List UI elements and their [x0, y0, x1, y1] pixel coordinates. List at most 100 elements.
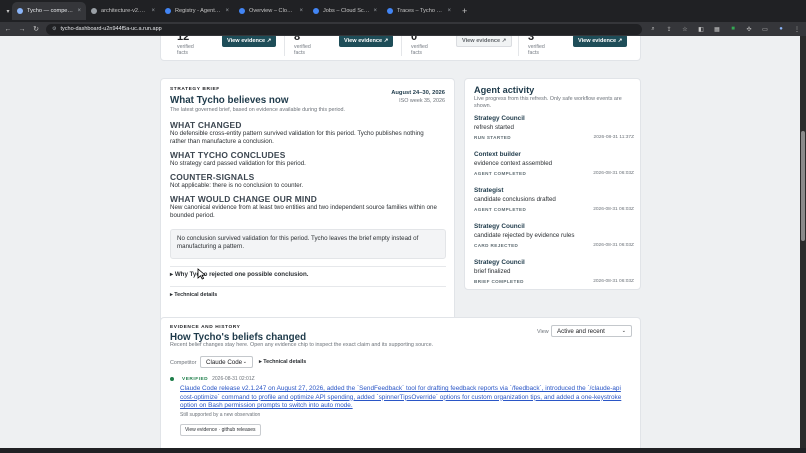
browser-tab-strip: ▾ Tycho — competitive-int× architecture-…	[0, 0, 806, 22]
activity-desc: refresh started	[474, 124, 514, 131]
site-info-icon[interactable]: ⚙	[52, 26, 56, 32]
section-heading: WHAT CHANGED	[170, 120, 242, 130]
browser-tab-2[interactable]: Registry - Agent Platform×	[160, 2, 234, 20]
close-icon[interactable]: ×	[77, 8, 81, 14]
page-scrollbar[interactable]	[800, 36, 806, 448]
zoom-icon[interactable]: ⌕	[648, 26, 658, 33]
section-heading: WHAT WOULD CHANGE OUR MIND	[170, 194, 317, 204]
brief-section: WHAT WOULD CHANGE OUR MIND New canonical…	[170, 194, 440, 221]
activity-time: 2026-08-31 06:03Z	[593, 243, 634, 248]
new-tab-button[interactable]: +	[456, 6, 473, 16]
window-bottom-edge	[0, 448, 806, 453]
activity-status: AGENT COMPLETED	[474, 171, 527, 176]
browser-tab-5[interactable]: Traces – Tycho – Google C×	[382, 2, 456, 20]
entry-note: Still supported by a new observation	[180, 411, 261, 418]
history-subtitle: Recent belief changes stay here. Open an…	[170, 342, 434, 348]
close-icon[interactable]: ×	[373, 8, 377, 14]
extension-icon[interactable]: ■	[728, 26, 738, 32]
favicon-icon	[91, 8, 97, 14]
divider	[518, 36, 519, 56]
rejected-conclusion-disclosure[interactable]: ▸ Why Tycho rejected one possible conclu…	[170, 271, 308, 278]
view-evidence-button[interactable]: View evidence ↗	[339, 36, 394, 47]
activity-desc: brief finalized	[474, 268, 511, 275]
competitor-select-value: Claude Code	[206, 358, 243, 366]
favicon-icon	[387, 8, 393, 14]
activity-time: 2026-08-31 11:37Z	[593, 135, 634, 140]
view-select[interactable]: Active and recent ⌄	[551, 325, 632, 337]
brief-date: August 24–30, 2026	[391, 90, 445, 96]
activity-status: RUN STARTED	[474, 135, 511, 140]
kpi-value: 0	[411, 36, 418, 43]
divider	[284, 36, 285, 56]
brief-subtitle: The latest governed brief, based on evid…	[170, 107, 346, 113]
forward-icon[interactable]: →	[18, 26, 26, 33]
extension-icon[interactable]: ▦	[712, 26, 722, 33]
profile-avatar[interactable]: ●	[776, 26, 786, 32]
brief-week: ISO week 35, 2026	[399, 98, 445, 104]
kpi-label: verified facts	[411, 44, 428, 56]
toolbar: ← → ↻ ⚙ tycho-dashboard-u2n944f5a-uc.a.r…	[0, 22, 806, 36]
extension-icon[interactable]: ◧	[696, 26, 706, 33]
verified-badge: VERIFIED	[182, 376, 209, 382]
address-bar[interactable]: ⚙ tycho-dashboard-u2n944f5a-uc.a.run.app	[46, 23, 642, 35]
strategy-brief-card: STRATEGY BRIEF What Tycho believes now T…	[160, 78, 455, 343]
technical-details-disclosure[interactable]: ▸ Technical details	[170, 292, 217, 298]
browser-tab-1[interactable]: architecture-v2.png (36x×	[86, 2, 160, 20]
activity-status: AGENT COMPLETED	[474, 207, 527, 212]
view-evidence-button[interactable]: View evidence ↗	[222, 36, 277, 47]
extensions-puzzle-icon[interactable]: ✣	[744, 26, 754, 33]
back-icon[interactable]: ←	[4, 26, 12, 33]
page-viewport: 12 verified facts View evidence ↗ 8 verifi…	[0, 36, 800, 448]
activity-time: 2026-08-31 06:03Z	[593, 171, 634, 176]
activity-status: CARD REJECTED	[474, 243, 519, 248]
competitor-select[interactable]: Claude Code ⌄	[200, 356, 253, 368]
evidence-chip[interactable]: View evidence · github releases	[180, 423, 261, 436]
favicon-icon	[17, 8, 23, 14]
favicon-icon	[239, 8, 245, 14]
activity-item: Strategist candidate conclusions drafted…	[474, 187, 634, 212]
close-icon[interactable]: ×	[151, 8, 155, 14]
activity-time: 2026-08-31 06:03Z	[593, 279, 634, 284]
scrollbar-thumb[interactable]	[801, 131, 805, 241]
close-icon[interactable]: ×	[225, 8, 229, 14]
brief-section: COUNTER-SIGNALS Not applicable: there is…	[170, 172, 440, 190]
history-entry: VERIFIED 2026-08-31 02:01Z Claude Code r…	[170, 376, 630, 436]
activity-item: Strategy Council refresh started RUN STA…	[474, 115, 634, 140]
browser-tab-4[interactable]: Jobs – Cloud Scheduler –×	[308, 2, 382, 20]
reload-icon[interactable]: ↻	[32, 25, 40, 33]
verified-dot-icon	[170, 377, 174, 381]
divider	[170, 286, 446, 287]
view-evidence-button[interactable]: View evidence ↗	[573, 36, 628, 47]
chevron-down-icon: ⌄	[621, 328, 626, 334]
browser-tab-3[interactable]: Overview – Cloud Run –×	[234, 2, 308, 20]
mouse-cursor-icon	[197, 268, 206, 280]
kpi-label: verified facts	[528, 44, 545, 56]
tab-search-icon[interactable]: ▾	[4, 8, 12, 15]
history-eyebrow: EVIDENCE AND HISTORY	[170, 325, 241, 330]
entry-time: 2026-08-31 02:01Z	[212, 376, 255, 382]
section-body: Not applicable: there is no conclusion t…	[170, 182, 304, 189]
brief-section: WHAT CHANGED No defensible cross-entity …	[170, 120, 440, 147]
kpi-label: verified facts	[294, 44, 311, 56]
favicon-icon	[313, 8, 319, 14]
activity-agent: Context builder	[474, 151, 521, 158]
side-panel-icon[interactable]: ▭	[760, 26, 770, 33]
history-technical-details[interactable]: ▸ Technical details	[259, 359, 306, 365]
activity-status: BRIEF COMPLETED	[474, 279, 524, 284]
favicon-icon	[165, 8, 171, 14]
empty-brief-notice: No conclusion survived validation for th…	[170, 229, 446, 259]
entry-claim-link[interactable]: Claude Code release v2.1.247 on August 2…	[180, 385, 624, 411]
menu-icon[interactable]: ⋮	[792, 26, 802, 33]
activity-subtitle: Live progress from this refresh. Only sa…	[474, 96, 622, 110]
share-icon[interactable]: ⇪	[664, 26, 674, 33]
view-evidence-button-disabled: View evidence ↗	[456, 36, 513, 47]
view-label: View	[537, 329, 549, 335]
close-icon[interactable]: ×	[447, 8, 451, 14]
bookmark-star-icon[interactable]: ☆	[680, 26, 690, 33]
browser-tab-0[interactable]: Tycho — competitive-int×	[12, 2, 86, 20]
view-select-value: Active and recent	[557, 327, 605, 335]
url-text: tycho-dashboard-u2n944f5a-uc.a.run.app	[60, 26, 162, 32]
activity-title: Agent activity	[474, 85, 535, 95]
close-icon[interactable]: ×	[299, 8, 303, 14]
kpi-value: 3	[528, 36, 535, 43]
